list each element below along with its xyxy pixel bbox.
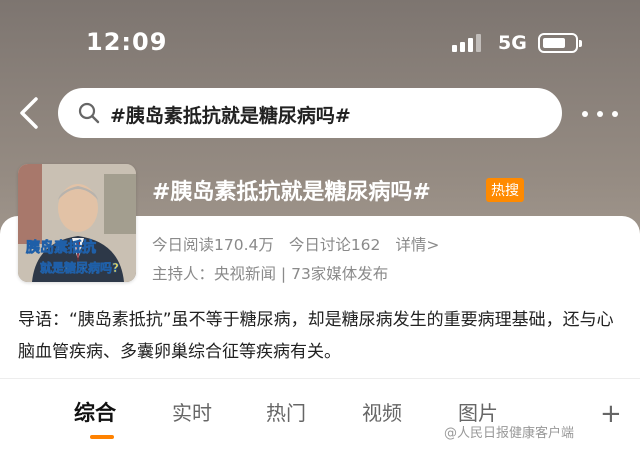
add-tab-icon[interactable]: + bbox=[600, 399, 622, 429]
tab-bar: 综合 实时 热门 视频 图片 + bbox=[0, 378, 640, 457]
discussion-count: 今日讨论162 bbox=[288, 236, 381, 254]
search-bar[interactable]: #胰岛素抵抗就是糖尿病吗# bbox=[58, 88, 562, 138]
active-tab-indicator bbox=[90, 435, 114, 439]
tab-hot[interactable]: 热门 bbox=[266, 397, 306, 426]
more-options-icon[interactable] bbox=[582, 108, 622, 120]
search-query: #胰岛素抵抗就是糖尿病吗# bbox=[110, 105, 351, 127]
topic-title: #胰岛素抵抗就是糖尿病吗# bbox=[152, 180, 431, 205]
battery-icon bbox=[538, 33, 582, 53]
thumbnail-caption-1: 胰岛素抵抗 bbox=[26, 239, 96, 256]
tab-video[interactable]: 视频 bbox=[362, 397, 402, 426]
news-anchor-image: 胰岛素抵抗 就是糖尿病吗? bbox=[18, 164, 136, 282]
search-icon bbox=[78, 102, 100, 124]
signal-icon bbox=[452, 34, 486, 52]
back-arrow-icon[interactable] bbox=[16, 96, 44, 130]
watermark: @人民日报健康客户端 bbox=[444, 426, 575, 441]
topic-stats: 今日阅读170.4万 今日讨论162 详情> bbox=[152, 233, 449, 255]
read-count: 今日阅读170.4万 bbox=[152, 236, 274, 254]
topic-thumbnail[interactable]: 胰岛素抵抗 就是糖尿病吗? bbox=[18, 164, 136, 282]
details-link[interactable]: 详情> bbox=[395, 236, 439, 254]
network-type: 5G bbox=[498, 32, 527, 54]
topic-intro: 导语：“胰岛素抵抗”虽不等于糖尿病，却是糖尿病发生的重要病理基础，还与心脑血管疾… bbox=[18, 310, 614, 362]
thumbnail-caption-2: 就是糖尿病吗? bbox=[40, 260, 119, 275]
host-info: 主持人：央视新闻 | 73家媒体发布 bbox=[152, 265, 389, 283]
tab-realtime[interactable]: 实时 bbox=[172, 397, 212, 426]
hot-search-badge: 热搜 bbox=[486, 178, 524, 202]
tab-comprehensive[interactable]: 综合 bbox=[74, 397, 116, 427]
status-time: 12:09 bbox=[86, 28, 168, 56]
